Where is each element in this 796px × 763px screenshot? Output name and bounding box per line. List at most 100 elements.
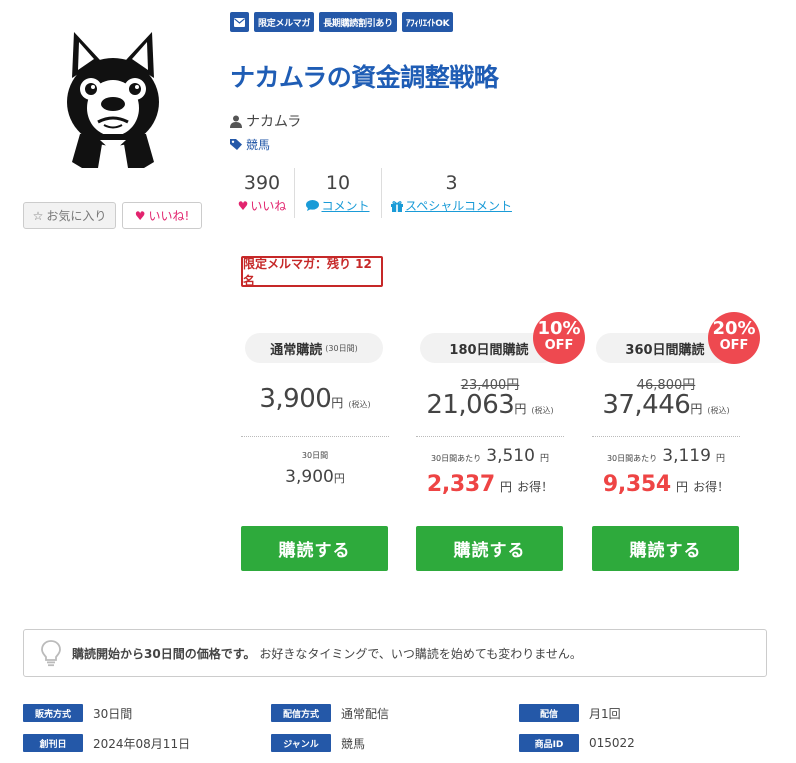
savings-yen: 円 bbox=[676, 480, 689, 494]
badge-limited: 限定メルマガ bbox=[254, 12, 315, 32]
plan-name: 180日間購読 bbox=[449, 342, 529, 358]
plan-360-days: 360日間購読 46,800円 37,446円 (税込) 30日間あたり 3,1… bbox=[592, 322, 740, 574]
per-period-price: 30日間あたり 3,510 円 bbox=[416, 446, 564, 466]
price-tax: (税込) bbox=[531, 406, 554, 415]
price-yen: 円 bbox=[514, 402, 527, 416]
special-comments-stat[interactable]: 3 スペシャルコメント bbox=[381, 168, 521, 218]
star-icon: ☆ bbox=[32, 208, 44, 223]
likes-stat[interactable]: 390 ♥ いいね bbox=[230, 168, 294, 218]
price-amount: 21,063 bbox=[426, 390, 515, 420]
meta-value: 競馬 bbox=[341, 736, 366, 751]
per-period-price: 30日間あたり 3,119 円 bbox=[592, 446, 740, 466]
mail-icon bbox=[230, 12, 249, 32]
plan-price: 21,063円 (税込) bbox=[416, 390, 564, 420]
meta-value: 月1回 bbox=[589, 706, 621, 721]
per-period-price: 3,900円 bbox=[241, 467, 389, 487]
subscribe-button[interactable]: 購読する bbox=[241, 526, 388, 571]
meta-delivery-method: 配信方式 通常配信 bbox=[271, 704, 389, 722]
heart-icon: ♥ bbox=[134, 208, 146, 223]
plan-duration: (30日間) bbox=[325, 343, 358, 353]
plan-standard: 通常購読 (30日間) 3,900円 (税込) 30日間 3,900円 購読する bbox=[241, 322, 389, 574]
per-period-yen: 円 bbox=[716, 454, 726, 464]
stats-bar: 390 ♥ いいね 10 コメント 3 スペシャルコメント bbox=[230, 168, 521, 218]
notice-text: お好きなタイミングで、いつ購読を始めても変わりません。 bbox=[259, 646, 582, 661]
per-period-label: 30日間あたり bbox=[430, 454, 482, 463]
author-link[interactable]: ナカムラ bbox=[230, 111, 301, 131]
like-button[interactable]: ♥ いいね! bbox=[122, 202, 202, 229]
meta-product-id: 商品ID 015022 bbox=[519, 734, 635, 752]
meta-sales-method: 販売方式 30日間 bbox=[23, 704, 132, 722]
meta-key: 販売方式 bbox=[23, 704, 83, 722]
meta-key: 創刊日 bbox=[23, 734, 83, 752]
savings-amount: 9,354 bbox=[602, 472, 671, 497]
divider bbox=[416, 436, 564, 437]
tag-icon bbox=[230, 139, 242, 150]
subscribe-button[interactable]: 購読する bbox=[416, 526, 563, 571]
meta-key: 配信 bbox=[519, 704, 579, 722]
author-avatar bbox=[67, 32, 159, 168]
notice-bold: 購読開始から30日間の価格です。 bbox=[72, 646, 256, 661]
price-tax: (税込) bbox=[707, 406, 730, 415]
plan-price: 37,446円 (税込) bbox=[592, 390, 740, 420]
per-period-label: 30日間あたり bbox=[606, 454, 658, 463]
divider bbox=[241, 436, 389, 437]
savings-yen: 円 bbox=[500, 480, 513, 494]
meta-value: 2024年08月11日 bbox=[93, 736, 191, 751]
favorite-button[interactable]: ☆ お気に入り bbox=[23, 202, 116, 229]
lightbulb-icon bbox=[41, 640, 61, 667]
likes-count: 390 bbox=[243, 172, 281, 194]
meta-delivery-frequency: 配信 月1回 bbox=[519, 704, 621, 722]
per-period-amount: 3,119 bbox=[662, 446, 711, 466]
genre-link[interactable]: 競馬 bbox=[230, 136, 270, 153]
plan-header: 通常購読 (30日間) bbox=[245, 333, 383, 363]
price-tax: (税込) bbox=[348, 400, 371, 409]
meta-key: ジャンル bbox=[271, 734, 331, 752]
special-comments-count: 3 bbox=[445, 172, 458, 194]
price-amount: 37,446 bbox=[602, 390, 691, 420]
pricing-notice: 購読開始から30日間の価格です。 お好きなタイミングで、いつ購読を始めても変わり… bbox=[23, 629, 767, 677]
subscribe-button[interactable]: 購読する bbox=[592, 526, 739, 571]
badge-row: 限定メルマガ 長期購読割引あり ｱﾌｨﾘｴｲﾄOK bbox=[230, 12, 454, 32]
divider bbox=[592, 436, 740, 437]
savings-text: お得！ bbox=[693, 480, 730, 494]
discount-off: OFF bbox=[719, 338, 749, 353]
discount-percent: 10% bbox=[537, 318, 581, 339]
per-period-amount: 3,510 bbox=[486, 446, 535, 466]
meta-launch-date: 創刊日 2024年08月11日 bbox=[23, 734, 190, 752]
price-yen: 円 bbox=[331, 396, 344, 410]
meta-value: 015022 bbox=[589, 736, 635, 750]
discount-badge: 10% OFF bbox=[533, 312, 585, 364]
discount-badge: 20% OFF bbox=[708, 312, 760, 364]
savings-amount: 2,337 bbox=[426, 472, 495, 497]
price-yen: 円 bbox=[690, 402, 703, 416]
likes-label: いいね bbox=[250, 199, 287, 213]
special-comments-label: スペシャルコメント bbox=[405, 199, 512, 213]
page-title: ナカムラの資金調整戦略 bbox=[230, 63, 499, 92]
plan-price: 3,900円 (税込) bbox=[241, 384, 389, 414]
user-icon bbox=[230, 115, 242, 128]
comments-label: コメント bbox=[321, 199, 370, 213]
author-name: ナカムラ bbox=[246, 114, 302, 130]
price-amount: 3,900 bbox=[259, 384, 332, 414]
badge-long-term-discount: 長期購読割引あり bbox=[319, 12, 397, 32]
comment-icon bbox=[306, 200, 320, 211]
discount-off: OFF bbox=[544, 338, 574, 353]
savings: 2,337 円 お得！ bbox=[416, 472, 564, 497]
like-label: いいね! bbox=[148, 209, 190, 223]
per-period-yen: 円 bbox=[333, 472, 345, 485]
heart-icon: ♥ bbox=[237, 198, 249, 213]
comments-count: 10 bbox=[325, 172, 351, 194]
genre-label: 競馬 bbox=[246, 138, 271, 152]
favorite-label: お気に入り bbox=[46, 209, 107, 223]
comments-stat[interactable]: 10 コメント bbox=[294, 168, 381, 218]
discount-percent: 20% bbox=[712, 318, 756, 339]
badge-affiliate-ok: ｱﾌｨﾘｴｲﾄOK bbox=[401, 12, 454, 32]
meta-genre: ジャンル 競馬 bbox=[271, 734, 365, 752]
savings: 9,354 円 お得！ bbox=[592, 472, 740, 497]
meta-value: 30日間 bbox=[93, 706, 133, 721]
plan-name: 360日間購読 bbox=[625, 342, 705, 358]
limited-remaining-notice: 限定メルマガ：残り 12名 bbox=[241, 256, 383, 288]
meta-key: 配信方式 bbox=[271, 704, 331, 722]
meta-value: 通常配信 bbox=[341, 706, 390, 721]
plan-180-days: 180日間購読 23,400円 21,063円 (税込) 30日間あたり 3,5… bbox=[416, 322, 564, 574]
